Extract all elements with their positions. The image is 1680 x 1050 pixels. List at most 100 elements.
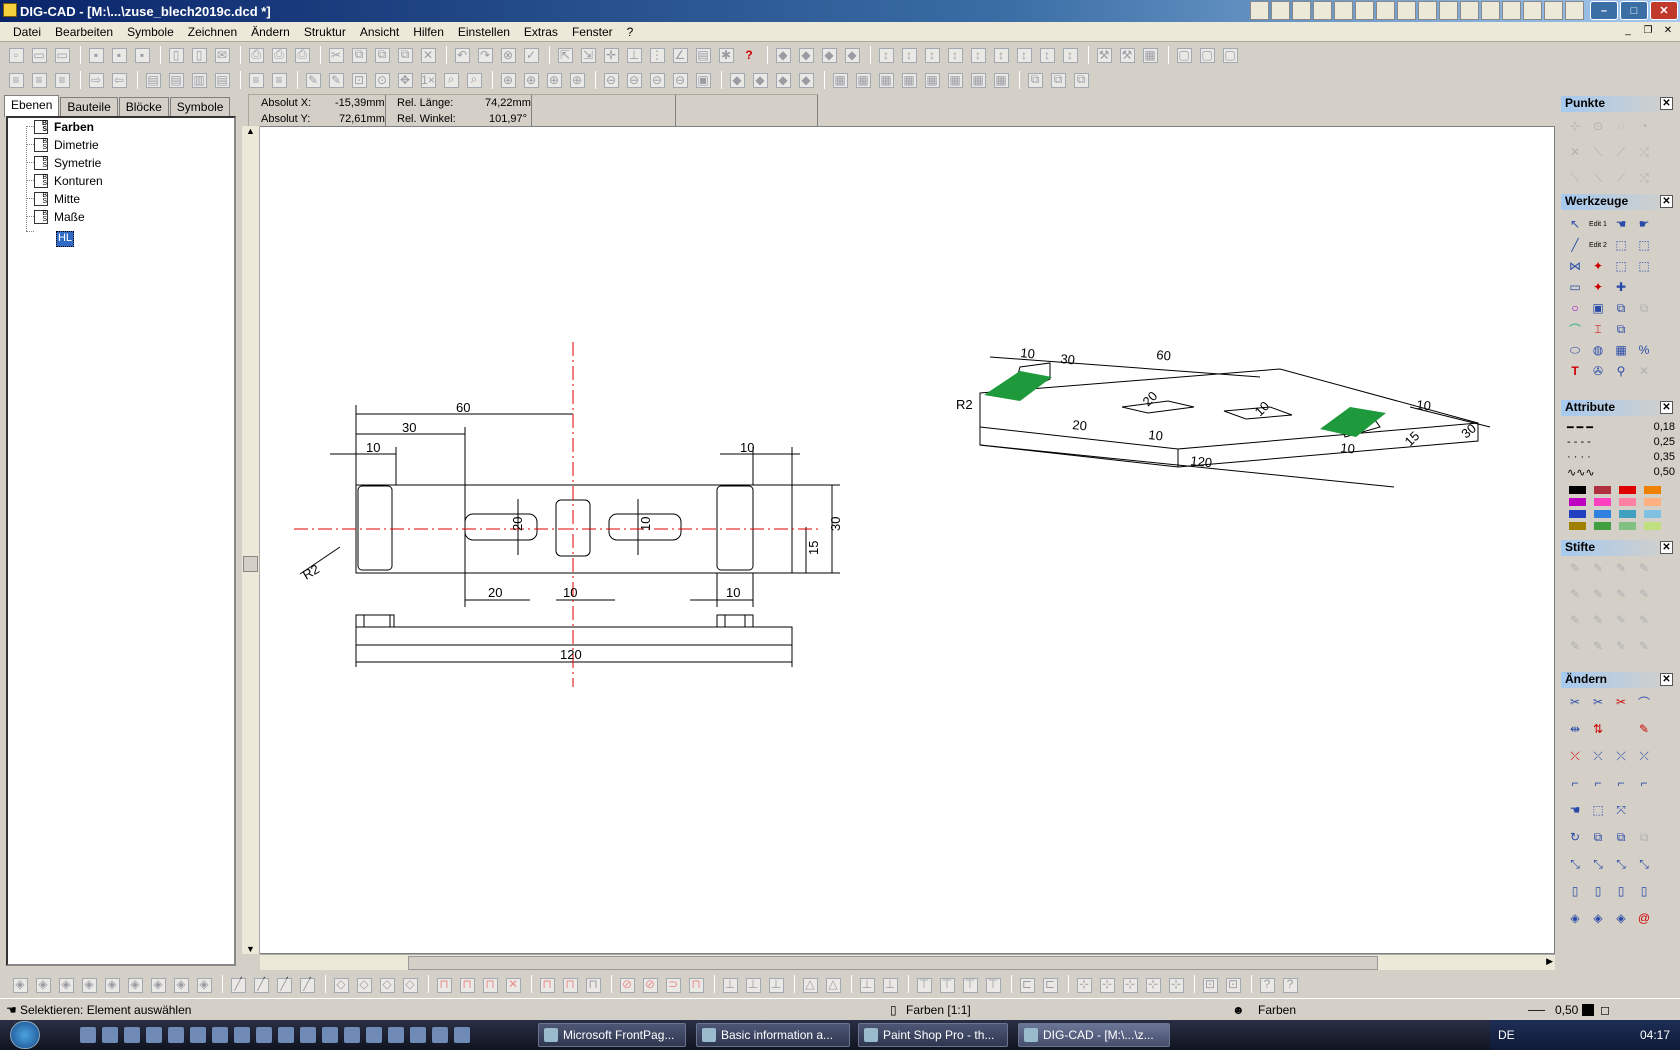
close-icon[interactable]: ✕ [1660, 541, 1673, 554]
point-tool-icon[interactable]: ⤭ [1634, 168, 1654, 188]
snap-icon[interactable]: ⊘ [640, 975, 660, 994]
pen-icon[interactable]: ✎ [1565, 610, 1585, 630]
dimension-tool-icon[interactable]: ↕ [991, 45, 1011, 64]
pen-icon[interactable]: ✎ [1588, 636, 1608, 656]
copy-icon[interactable]: ⧉ [349, 45, 369, 64]
cut-icon[interactable]: ✂ [326, 45, 346, 64]
quicklaunch-icon[interactable] [80, 1027, 96, 1043]
tab-bloecke[interactable]: Blöcke [118, 97, 169, 117]
crosshair-icon[interactable]: ✛ [601, 45, 621, 64]
pen-icon[interactable]: ✎ [1634, 558, 1654, 578]
move-copy-icon[interactable]: ⇲ [578, 45, 598, 64]
help-icon[interactable]: ? [739, 45, 759, 64]
axis-icon[interactable]: ⊥ [624, 45, 644, 64]
save-all-icon[interactable]: ▪ [132, 45, 152, 64]
snap-icon[interactable]: ? [1280, 975, 1300, 994]
redo-icon[interactable]: ↷ [475, 45, 495, 64]
pen-icon[interactable]: ✎ [1565, 636, 1585, 656]
dimension-tool-icon[interactable]: ↕ [1014, 45, 1034, 64]
align-icon[interactable]: ▥ [189, 70, 209, 89]
polyline-tool-icon[interactable]: ⋈ [1565, 256, 1585, 276]
pen-icon[interactable]: ✎ [1611, 558, 1631, 578]
move-icon[interactable]: ⤡ [1611, 854, 1631, 874]
quicklaunch-icon[interactable] [432, 1027, 448, 1043]
part-tool-icon[interactable]: ◆ [796, 45, 816, 64]
color-swatch[interactable] [1594, 498, 1611, 506]
part-tool-icon[interactable]: ◆ [727, 70, 747, 89]
color-swatch[interactable] [1569, 498, 1586, 506]
color-swatch[interactable] [1594, 522, 1611, 530]
point-tool-icon[interactable]: ⤭ [1634, 142, 1654, 162]
move-icon[interactable]: ⤡ [1588, 854, 1608, 874]
block-tool-icon[interactable]: ▦ [1611, 340, 1631, 360]
quicklaunch-icon[interactable] [1292, 1, 1311, 20]
dimension-tool-icon[interactable]: ↕ [968, 45, 988, 64]
select-window-icon[interactable]: ⬚ [1634, 235, 1654, 255]
dimension-tool-icon[interactable]: ↕ [1037, 45, 1057, 64]
3d-icon[interactable]: ◈ [1611, 908, 1631, 928]
confirm-icon[interactable]: ✓ [521, 45, 541, 64]
layer-icon[interactable]: ≡ [6, 70, 26, 89]
block-icon[interactable]: ▦ [968, 70, 988, 89]
scroll-right-icon[interactable]: ▶ [1546, 956, 1553, 967]
scroll-down-icon[interactable]: ▼ [246, 944, 255, 954]
pen-icon[interactable]: ✎ [1634, 584, 1654, 604]
snap-icon[interactable]: ⊃ [663, 975, 683, 994]
quicklaunch-icon[interactable] [1460, 1, 1479, 20]
horizontal-scroll-thumb[interactable] [408, 956, 1378, 970]
quicklaunch-icon[interactable] [300, 1027, 316, 1043]
block-icon[interactable]: ▦ [830, 70, 850, 89]
trim-icon[interactable]: ✂ [1565, 692, 1585, 712]
mdi-close-button[interactable]: ✕ [1660, 24, 1676, 38]
document-icon[interactable]: ▯ [1634, 881, 1654, 901]
vertical-scrollbar[interactable]: ▲ ▼ [242, 126, 260, 954]
snap-icon[interactable]: ⊹ [1120, 975, 1140, 994]
snap-icon[interactable]: ⊏ [1040, 975, 1060, 994]
zoom-in-icon[interactable]: ⊕ [567, 70, 587, 89]
window-icon[interactable]: ▢ [1197, 45, 1217, 64]
spiral-icon[interactable]: @ [1634, 908, 1654, 928]
quicklaunch-icon[interactable] [1334, 1, 1353, 20]
snap-icon[interactable]: ? [1257, 975, 1277, 994]
dimension-tool-icon[interactable]: ↕ [945, 45, 965, 64]
copy-tool-icon[interactable]: ⧉ [1611, 298, 1631, 318]
point-tool-icon[interactable]: ⊹ [1565, 116, 1585, 136]
symbol-tool-icon[interactable]: ✇ [1588, 361, 1608, 381]
quicklaunch-icon[interactable] [190, 1027, 206, 1043]
zoom-in-icon[interactable]: ⊕ [498, 70, 518, 89]
block-icon[interactable]: ▦ [876, 70, 896, 89]
save-as-icon[interactable]: ▪ [109, 45, 129, 64]
mail-icon[interactable]: ✉ [212, 45, 232, 64]
snap-icon[interactable]: ✕ [503, 975, 523, 994]
quicklaunch-icon[interactable] [1397, 1, 1416, 20]
zoom-icon[interactable]: ⌕ [464, 70, 484, 89]
node-tool-icon[interactable]: ✦ [1588, 256, 1608, 276]
horizontal-scrollbar[interactable]: ▶ [260, 954, 1555, 971]
snap-icon[interactable]: ⊏ [1017, 975, 1037, 994]
new-file-icon[interactable]: ▫ [6, 45, 26, 64]
mdi-minimize-button[interactable]: _ [1620, 24, 1636, 38]
snap-icon[interactable]: ⊹ [1097, 975, 1117, 994]
window-icon[interactable]: ▢ [1220, 45, 1240, 64]
redraw-icon[interactable]: ▣ [693, 70, 713, 89]
zoom-in-icon[interactable]: ⊕ [521, 70, 541, 89]
zoom-icon[interactable]: ⌕ [441, 70, 461, 89]
3d-icon[interactable]: ◈ [194, 975, 214, 994]
block-icon[interactable]: ▦ [899, 70, 919, 89]
rectangle-tool-icon[interactable]: ▭ [1565, 277, 1585, 297]
pen-icon[interactable]: ✎ [1634, 636, 1654, 656]
dimension-tool-icon[interactable]: ↕ [876, 45, 896, 64]
quicklaunch-icon[interactable] [1565, 1, 1584, 20]
paste-special-icon[interactable]: ⧉ [395, 45, 415, 64]
vertical-scroll-thumb[interactable] [243, 556, 258, 572]
menu-aendern[interactable]: Ändern [244, 25, 297, 39]
arc-tool-icon[interactable]: ⌒ [1565, 319, 1585, 339]
edit2-icon[interactable]: Edit 2 [1588, 235, 1608, 255]
properties-icon[interactable]: ▤ [693, 45, 713, 64]
arrow-icon[interactable]: ⇦ [109, 70, 129, 89]
book-icon[interactable]: ▯ [166, 45, 186, 64]
hand-icon[interactable]: ☚ [1611, 214, 1631, 234]
plot-icon[interactable]: ⎙ [292, 45, 312, 64]
document-icon[interactable]: ▯ [1588, 881, 1608, 901]
scroll-up-icon[interactable]: ▲ [246, 126, 255, 136]
